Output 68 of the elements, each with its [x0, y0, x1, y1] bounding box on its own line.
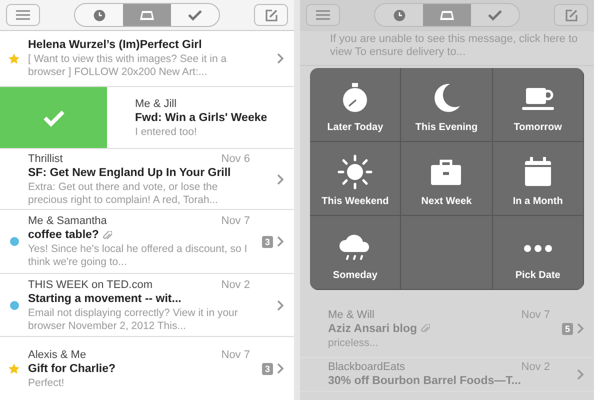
- chevron-icon: [277, 300, 284, 310]
- email-row[interactable]: THIS WEEK on TED.com Nov 2 Starting a movement -- wit... Email not displaying correctly? View it in your browser November 2, 2012 This...: [0, 274, 294, 337]
- menu-icon: [16, 10, 30, 20]
- chevron-icon: [277, 236, 284, 247]
- sender: Alexis & Me: [28, 348, 86, 362]
- thread-count: 3: [262, 236, 273, 248]
- chevron-icon: [577, 323, 584, 334]
- menu-button[interactable]: [306, 4, 340, 26]
- subject: 30% off Bourbon Barrel Foods—T...: [328, 374, 521, 389]
- preview: I entered too!: [135, 126, 198, 138]
- date: Nov 2: [221, 278, 250, 292]
- email-row[interactable]: Thrillist Nov 6 SF: Get New England Up In Your Grill Extra: Get out there and vote, or lose the precious right to complain! A red, Torah...: [0, 149, 294, 210]
- snooze-option[interactable]: Later Today: [310, 68, 402, 142]
- subject: Helena Wurzel’s (Im)Perfect Girl: [28, 38, 202, 53]
- subject: SF: Get New England Up In Your Grill: [28, 166, 231, 180]
- snooze-option[interactable]: This Weekend: [310, 142, 402, 216]
- check-icon: [487, 7, 503, 23]
- snooze-option[interactable]: Next Week: [401, 142, 493, 216]
- sender: Thrillist: [28, 152, 63, 166]
- preview: Yes! Since he's local he offered a discount, so I think we're going to...: [28, 243, 248, 269]
- compose-icon: [564, 8, 578, 22]
- preview: [ Want to view this with images? See it in a browser ] FOLLOW 20x200 New Art:...: [28, 53, 228, 79]
- menu-button[interactable]: [6, 4, 40, 26]
- segment-tab[interactable]: [423, 4, 471, 26]
- sender: Me & Samantha: [28, 214, 107, 228]
- preview: priceless...: [328, 336, 380, 350]
- snooze-option[interactable]: This Evening: [401, 68, 493, 142]
- thread-count: 5: [562, 322, 573, 334]
- preview: If you are unable to see this message, click here to view To ensure delivery to...: [330, 33, 579, 59]
- sun-icon: [337, 154, 374, 190]
- date: Nov 7: [221, 214, 250, 228]
- snooze-option[interactable]: Tomorrow: [492, 68, 584, 142]
- sender: Me & Jill: [135, 96, 178, 110]
- chevron-icon: [277, 53, 284, 64]
- snooze-option[interactable]: In a Month: [492, 142, 584, 216]
- sender: BlackboardEats: [328, 360, 406, 374]
- compose-button[interactable]: [254, 4, 288, 26]
- clock-icon: [92, 8, 106, 22]
- subject: Aziz Ansari blog: [328, 322, 418, 336]
- date: Nov 7: [221, 348, 250, 362]
- subject: Gift for Charlie?: [28, 362, 116, 376]
- subject: coffee table?: [28, 228, 99, 243]
- thread-count: 3: [262, 362, 273, 374]
- subject: Fwd: Win a Girls' Weeke: [135, 110, 268, 126]
- date: Nov 2: [521, 360, 550, 374]
- sender: THIS WEEK on TED.com: [28, 278, 152, 292]
- preview: Email not displaying correctly? View it in your browser November 2, 2012 This...: [28, 306, 239, 332]
- preview: Extra: Get out there and vote, or lose the precious right to complain! A red, Torah...: [28, 180, 220, 206]
- email-row[interactable]: Me & Samantha Nov 7 coffee table? Yes! Since he's local he offered a discount, so I think we're going to... 3: [0, 210, 294, 274]
- compose-button[interactable]: [554, 4, 588, 26]
- dots-icon: [524, 245, 552, 252]
- date: Nov 6: [221, 152, 250, 166]
- chevron-icon: [277, 363, 284, 374]
- sender: Me & Will: [328, 308, 374, 322]
- subject: Starting a movement -- wit...: [28, 292, 182, 306]
- date: Nov 7: [521, 308, 550, 322]
- check-icon: [187, 7, 203, 23]
- clock-icon: [392, 8, 406, 22]
- preview: Perfect!: [28, 376, 66, 390]
- menu-icon: [316, 10, 330, 20]
- chevron-icon: [277, 174, 284, 184]
- check-icon: [42, 108, 64, 126]
- snooze-option[interactable]: Someday: [310, 216, 402, 290]
- chevron-icon: [577, 369, 584, 380]
- email-row[interactable]: Alexis & Me Nov 7 Gift for Charlie? Perfect! 3: [0, 337, 294, 400]
- segment-tab[interactable]: [123, 4, 171, 26]
- snooze-option[interactable]: Pick Date: [492, 216, 584, 290]
- compose-icon: [264, 8, 278, 22]
